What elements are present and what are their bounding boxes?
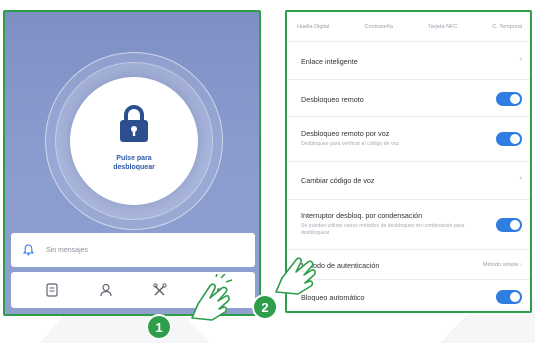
step-two-badge: 2 xyxy=(254,296,276,318)
user-icon[interactable] xyxy=(98,282,114,298)
chevron-right-icon: › xyxy=(519,175,522,182)
tools-icon[interactable] xyxy=(152,282,168,298)
auth-method-value: Método simple › xyxy=(482,262,522,268)
row-title: Interruptor desbloq. por condensación xyxy=(301,211,423,220)
message-notice-bar[interactable]: Sin mensajes xyxy=(11,233,255,267)
settings-row-voice-unlock: Desbloqueo remoto por voz Desbloquee par… xyxy=(287,117,530,162)
unlock-label: Pulse para desbloquear xyxy=(113,155,155,171)
row-title: Desbloqueo remoto por voz xyxy=(301,129,390,138)
notice-text: Sin mensajes xyxy=(46,246,89,254)
remote-unlock-toggle[interactable] xyxy=(496,92,522,106)
records-icon[interactable] xyxy=(44,282,60,298)
bell-icon xyxy=(23,244,34,256)
lock-icon xyxy=(120,105,148,142)
pointing-hand-icon-2 xyxy=(275,257,316,295)
settings-row-remote-unlock: Desbloqueo remoto xyxy=(287,80,530,117)
voice-unlock-toggle[interactable] xyxy=(496,132,522,146)
chevron-right-icon: › xyxy=(519,56,522,63)
settings-row-change-voice-code[interactable]: Cambiar código de voz › xyxy=(287,162,530,200)
tab-password[interactable]: Contraseña xyxy=(364,24,392,30)
tab-fingerprint[interactable]: Huella Digital xyxy=(297,24,329,30)
settings-row-auto-lock: Bloqueo automático xyxy=(287,280,530,311)
pointing-hand-icon xyxy=(191,274,233,321)
condensation-toggle[interactable] xyxy=(496,218,522,232)
lock-settings-screen: Huella Digital Contraseña Tarjeta NFC C.… xyxy=(285,10,532,313)
row-title: Cambiar código de voz xyxy=(301,176,375,185)
settings-row-auth-method[interactable]: Método de autenticación Método simple › xyxy=(287,250,530,280)
lock-home-screen: Pulse para desbloquear Sin mensajes xyxy=(3,10,261,316)
settings-row-smart-link[interactable]: Enlace inteligente › xyxy=(287,42,530,80)
unlock-button[interactable]: Pulse para desbloquear xyxy=(70,77,198,205)
row-subtitle: Se pueden utilizar varios métodos de des… xyxy=(301,223,465,236)
step-one-badge: 1 xyxy=(148,316,170,338)
row-title: Desbloqueo remoto xyxy=(301,95,364,104)
credential-tabs: Huella Digital Contraseña Tarjeta NFC C.… xyxy=(287,12,530,42)
auto-lock-toggle[interactable] xyxy=(496,290,522,304)
row-title: Enlace inteligente xyxy=(301,57,358,66)
tab-temporary-code[interactable]: C. Temporal xyxy=(492,24,522,30)
row-subtitle: Desbloquee para verificar el código de v… xyxy=(301,141,400,147)
tab-nfc-card[interactable]: Tarjeta NFC xyxy=(428,24,457,30)
settings-row-condensation-switch: Interruptor desbloq. por condensación Se… xyxy=(287,200,530,250)
